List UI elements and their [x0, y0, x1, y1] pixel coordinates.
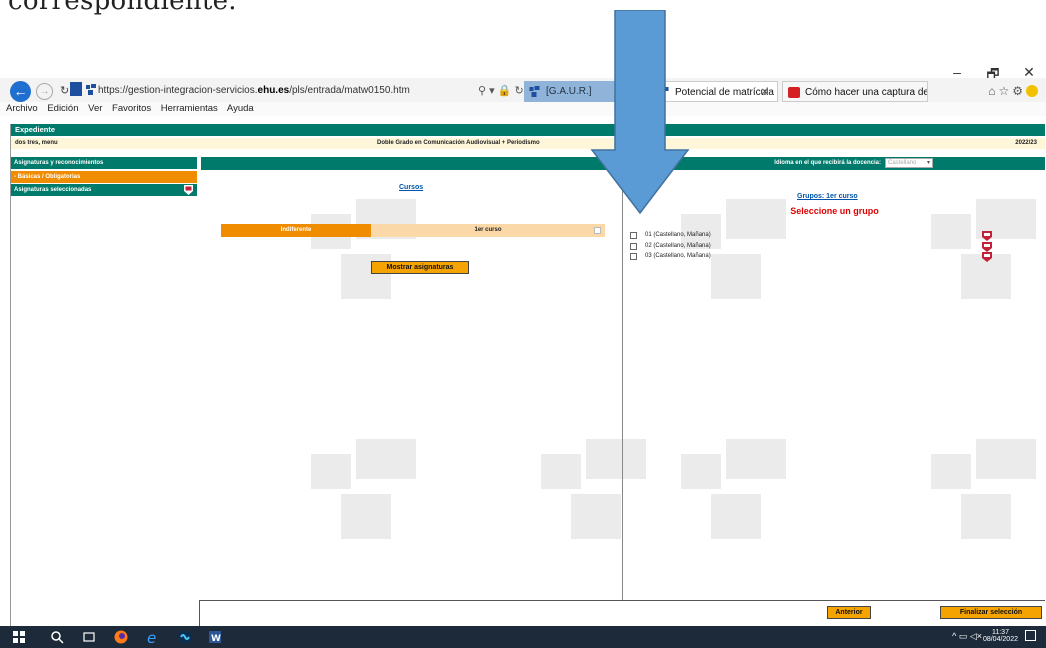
schedule-crest-icon[interactable]: [982, 231, 992, 241]
settings-gear-icon[interactable]: ⚙: [1012, 84, 1026, 98]
ehu-logo-icon: [86, 84, 96, 95]
menu-ver[interactable]: Ver: [88, 103, 102, 114]
sidebar: Asignaturas y reconocimientos - Básicas …: [11, 157, 197, 626]
previous-button[interactable]: Anterior: [827, 606, 871, 619]
degree-name: Doble Grado en Comunicación Audiovisual …: [377, 140, 540, 146]
menu-ayuda[interactable]: Ayuda: [227, 103, 254, 114]
student-name: dos tres, menu: [15, 140, 58, 146]
screenshot-root: correspondiente. – 🗗 ✕ ← → ↻ https://ges…: [0, 0, 1046, 648]
webex-icon[interactable]: [178, 630, 192, 644]
red-document-icon: [788, 87, 800, 98]
clock[interactable]: 11:37 08/04/2022: [983, 629, 1018, 643]
firefox-icon[interactable]: [114, 630, 128, 644]
site-grid-icon: [70, 82, 82, 96]
refresh-icon[interactable]: ↻: [60, 84, 69, 97]
menu-favoritos[interactable]: Favoritos: [112, 103, 151, 114]
menu-archivo[interactable]: Archivo: [6, 103, 38, 114]
toolbar-icons: ⌂☆⚙: [988, 84, 1038, 98]
down-arrow-annotation: [590, 10, 690, 215]
word-icon[interactable]: W: [208, 630, 222, 644]
back-arrow-icon[interactable]: ←: [10, 81, 31, 102]
task-view-icon[interactable]: [82, 630, 96, 644]
group-checkbox[interactable]: [630, 243, 637, 250]
student-info-bar: dos tres, menu Doble Grado en Comunicaci…: [11, 138, 1045, 149]
url-field[interactable]: https://gestion-integracion-servicios.eh…: [98, 82, 498, 100]
sidebar-section-asignaturas[interactable]: Asignaturas y reconocimientos: [11, 157, 197, 169]
sidebar-item-basicas[interactable]: - Básicas / Obligatorias: [11, 171, 197, 183]
course-option-1er-curso[interactable]: 1er curso: [371, 224, 605, 237]
footer-bar: Anterior Finalizar selección: [199, 600, 1045, 626]
schedule-crest-icon[interactable]: [982, 242, 992, 252]
svg-text:W: W: [211, 634, 221, 644]
enrollment-app: Expediente dos tres, menu Doble Grado en…: [10, 124, 1045, 626]
chevron-down-icon: ▾: [926, 160, 930, 166]
menu-edicion[interactable]: Edición: [47, 103, 78, 114]
menu-herramientas[interactable]: Herramientas: [161, 103, 218, 114]
internet-explorer-icon[interactable]: e: [146, 630, 160, 644]
windows-taskbar: e W ^ ▭ ◁× 11:37 08/04/2022: [0, 626, 1046, 648]
search-lock-icons[interactable]: ⚲ ▾ 🔒 ↻: [478, 84, 524, 97]
courses-title-link[interactable]: Cursos: [399, 184, 423, 191]
course-option-indiferente[interactable]: Indiferente: [221, 224, 371, 237]
group-checkbox[interactable]: [630, 232, 637, 239]
academic-year: 2022/23: [1015, 140, 1037, 146]
schedule-crest-icon[interactable]: [982, 252, 992, 262]
sidebar-item-seleccionadas[interactable]: Asignaturas seleccionadas: [11, 184, 197, 196]
document-text: correspondiente.: [8, 0, 237, 16]
group-checkbox[interactable]: [630, 253, 637, 260]
groups-panel: Grupos: 1er curso Seleccione un grupo 01…: [624, 170, 1045, 600]
tab-captura[interactable]: Cómo hacer una captura de pa...: [782, 81, 928, 102]
groups-title-link[interactable]: Grupos: 1er curso: [797, 193, 858, 200]
forward-arrow-icon[interactable]: →: [36, 83, 53, 100]
course-checkbox[interactable]: [594, 227, 601, 234]
ehu-logo-icon: [529, 86, 540, 97]
shield-crest-icon: [184, 185, 193, 195]
svg-text:e: e: [147, 630, 156, 644]
close-tab-icon[interactable]: ✕: [761, 82, 769, 101]
browser-menu-bar: Archivo Edición Ver Favoritos Herramient…: [0, 102, 1046, 116]
search-icon[interactable]: [50, 630, 64, 644]
course-selector-row: Indiferente 1er curso: [221, 224, 605, 237]
group-row: 01 (Castellano, Mañana): [630, 231, 1038, 241]
notifications-icon[interactable]: [1025, 630, 1036, 641]
finish-selection-button[interactable]: Finalizar selección: [940, 606, 1042, 619]
group-row: 03 (Castellano, Mañana): [630, 252, 1038, 262]
favorites-star-icon[interactable]: ☆: [998, 84, 1012, 98]
feedback-smiley-icon[interactable]: [1026, 85, 1038, 97]
courses-panel: Cursos Indiferente 1er curso Mostrar asi…: [201, 170, 623, 600]
system-tray-icons[interactable]: ^ ▭ ◁×: [952, 631, 982, 642]
language-select[interactable]: Castellano ▾: [885, 158, 933, 168]
show-subjects-button[interactable]: Mostrar asignaturas: [371, 261, 469, 274]
windows-start-icon[interactable]: [12, 630, 26, 644]
language-prompt: Idioma en el que recibirá la docencia:: [774, 160, 881, 166]
browser-address-bar: ← → ↻ https://gestion-integracion-servic…: [0, 78, 1046, 104]
home-icon[interactable]: ⌂: [988, 84, 998, 98]
group-row: 02 (Castellano, Mañana): [630, 242, 1038, 252]
page-title: Expediente: [11, 124, 1045, 136]
